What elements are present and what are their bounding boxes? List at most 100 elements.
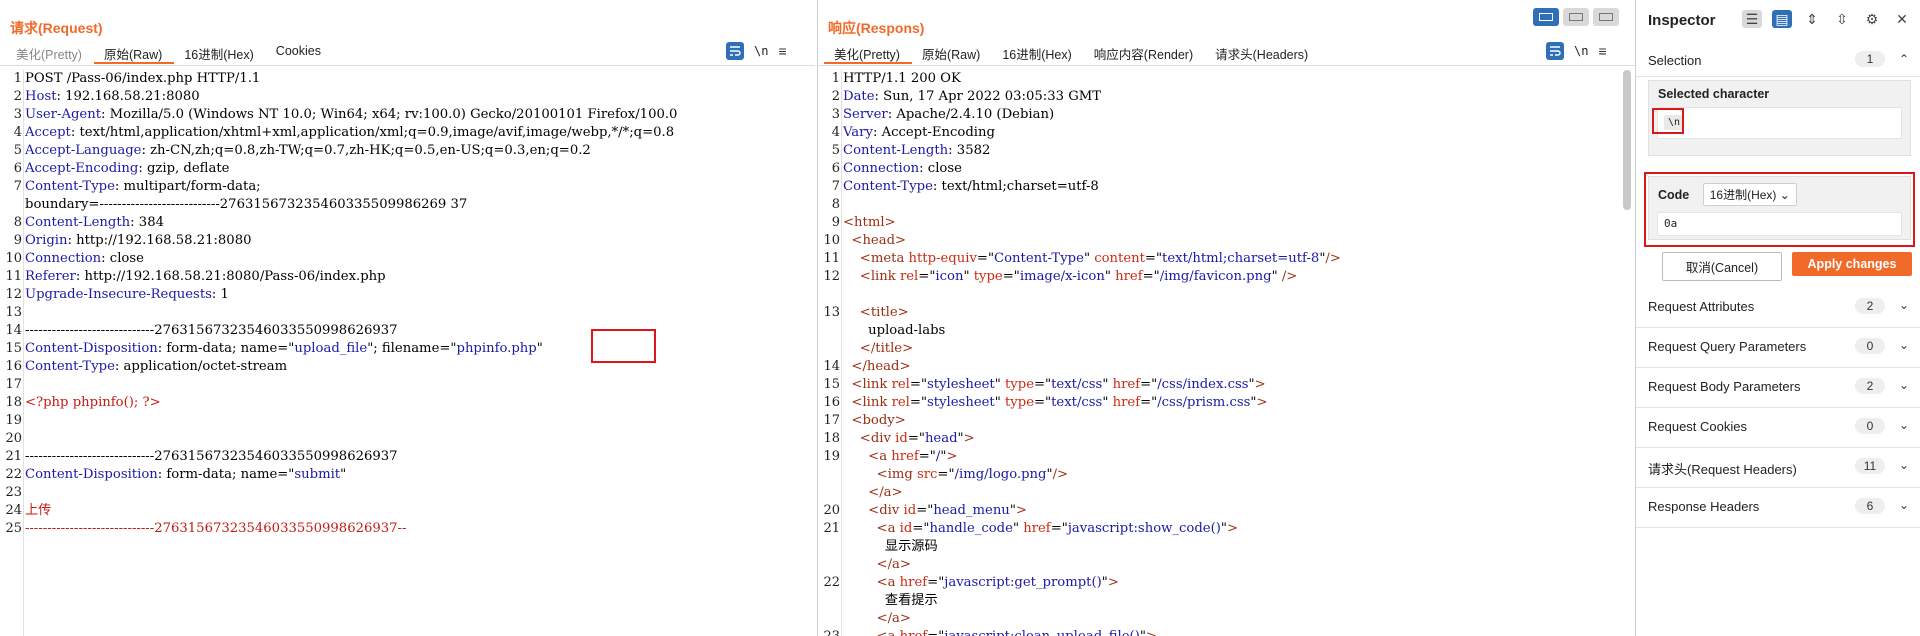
request-editor[interactable]: 1 POST /Pass-06/index.php HTTP/1.1 2 Host: … (0, 70, 815, 636)
request-tab-3[interactable]: Cookies (266, 44, 333, 64)
inspector-section-4[interactable]: 请求头(Request Headers) 11 ⌄ (1636, 447, 1920, 488)
line-number: 2 (831, 89, 840, 104)
response-code-line: <img src="/img/logo.png"/> (818, 466, 1635, 484)
line-text: Content-Type: text/html;charset=utf-8 (843, 179, 1099, 194)
response-code-line: 9 <html> (818, 214, 1635, 232)
response-code-line: 17 <body> (818, 412, 1635, 430)
wrap-lines-icon[interactable] (726, 42, 744, 60)
line-number: 15 (5, 341, 22, 356)
selected-character-field[interactable]: \n (1657, 107, 1902, 139)
response-code-line: 22 <a href="javascript:get_prompt()"> (818, 574, 1635, 592)
response-code-line: </a> (818, 556, 1635, 574)
line-number: 3 (13, 107, 22, 122)
menu-icon[interactable]: ≡ (1598, 43, 1606, 59)
line-number: 4 (13, 125, 22, 140)
line-text: Upgrade-Insecure-Requests: 1 (25, 287, 229, 302)
response-tab-1[interactable]: 原始(Raw) (912, 44, 992, 64)
line-number: 8 (13, 215, 22, 230)
line-text: boundary=---------------------------2763… (25, 197, 468, 212)
layout-side-by-side-icon[interactable] (1533, 8, 1559, 26)
response-editor[interactable]: 1 HTTP/1.1 200 OK 2 Date: Sun, 17 Apr 2022 … (818, 70, 1635, 636)
request-code-line: 13 (0, 304, 815, 322)
request-tab-0[interactable]: 美化(Pretty) (6, 44, 94, 64)
selection-section[interactable]: Selection 1 ⌃ (1636, 44, 1920, 77)
line-text: </head> (851, 359, 911, 374)
request-title: 请求(Request) (10, 20, 103, 36)
layout-toggle[interactable] (1533, 8, 1619, 26)
request-tab-1[interactable]: 原始(Raw) (93, 44, 175, 64)
response-code-line: 20 <div id="head_menu"> (818, 502, 1635, 520)
line-number: 1 (13, 71, 22, 86)
line-text: HTTP/1.1 200 OK (843, 71, 961, 86)
response-code-line: 19 <a href="/"> (818, 448, 1635, 466)
response-tab-0[interactable]: 美化(Pretty) (824, 44, 912, 64)
line-number: 5 (13, 143, 22, 158)
section-label: Request Cookies (1648, 419, 1747, 434)
response-code-line: </a> (818, 610, 1635, 628)
line-text: <a href="/"> (868, 449, 958, 464)
response-tab-2[interactable]: 16进制(Hex) (992, 44, 1083, 64)
inspector-section-0[interactable]: Request Attributes 2 ⌄ (1636, 287, 1920, 328)
show-newlines-button[interactable]: \n (1574, 44, 1588, 58)
line-text: Server: Apache/2.4.10 (Debian) (843, 107, 1055, 122)
line-number: 14 (5, 323, 22, 338)
line-number: 21 (823, 521, 840, 536)
line-number: 20 (823, 503, 840, 518)
line-number: 2 (13, 89, 22, 104)
expand-all-icon[interactable]: ⇕ (1802, 10, 1822, 28)
line-number: 17 (5, 377, 22, 392)
request-tab-2[interactable]: 16进制(Hex) (174, 44, 265, 64)
apply-changes-button[interactable]: Apply changes (1792, 252, 1912, 276)
chevron-down-icon: ⌄ (1898, 298, 1909, 312)
response-code-line: 7 Content-Type: text/html;charset=utf-8 (818, 178, 1635, 196)
line-number: 6 (13, 161, 22, 176)
request-code-line: 8 Content-Length: 384 (0, 214, 815, 232)
layout-tabs-icon[interactable] (1593, 8, 1619, 26)
response-tab-3[interactable]: 响应内容(Render) (1084, 44, 1205, 64)
line-text: Host: 192.168.58.21:8080 (25, 89, 200, 104)
list-view-icon[interactable]: ☰ (1742, 10, 1762, 28)
line-text: <img src="/img/logo.png"/> (876, 467, 1069, 482)
line-number: 15 (823, 377, 840, 392)
wrap-lines-icon[interactable] (1546, 42, 1564, 60)
section-count-badge: 2 (1855, 378, 1885, 394)
request-code-line: 7 Content-Type: multipart/form-data; (0, 178, 815, 196)
response-scrollbar[interactable] (1623, 70, 1631, 210)
line-number: 14 (823, 359, 840, 374)
response-code-line: 21 <a id="handle_code" href="javascript:… (818, 520, 1635, 538)
response-code-line: 查看提示 (818, 592, 1635, 610)
response-tab-4[interactable]: 请求头(Headers) (1205, 44, 1320, 64)
line-text: <title> (859, 305, 909, 320)
line-number: 9 (831, 215, 840, 230)
cancel-button[interactable]: 取消(Cancel) (1662, 252, 1782, 281)
line-text: <link rel="stylesheet" type="text/css" h… (851, 377, 1266, 392)
show-newlines-button[interactable]: \n (754, 44, 768, 58)
response-code-line: 18 <div id="head"> (818, 430, 1635, 448)
chevron-down-icon: ⌄ (1898, 418, 1909, 432)
line-number: 7 (13, 179, 22, 194)
response-code-line: </a> (818, 484, 1635, 502)
inspector-section-2[interactable]: Request Body Parameters 2 ⌄ (1636, 367, 1920, 408)
close-icon[interactable]: ✕ (1892, 10, 1912, 28)
collapse-all-icon[interactable]: ⇳ (1832, 10, 1852, 28)
line-number: 20 (5, 431, 22, 446)
request-code-line: 20 (0, 430, 815, 448)
inspector-title: Inspector (1648, 12, 1716, 29)
section-count-badge: 2 (1855, 298, 1885, 314)
menu-icon[interactable]: ≡ (778, 43, 786, 59)
line-text: <meta http-equiv="Content-Type" content=… (859, 251, 1341, 266)
inspector-section-5[interactable]: Response Headers 6 ⌄ (1636, 487, 1920, 528)
line-text: <div id="head"> (859, 431, 975, 446)
line-number: 1 (831, 71, 840, 86)
request-code-line: 12 Upgrade-Insecure-Requests: 1 (0, 286, 815, 304)
panel-view-icon[interactable]: ▤ (1772, 10, 1792, 28)
inspector-section-3[interactable]: Request Cookies 0 ⌄ (1636, 407, 1920, 448)
request-code-line: 19 (0, 412, 815, 430)
line-number: 16 (823, 395, 840, 410)
inspector-section-1[interactable]: Request Query Parameters 0 ⌄ (1636, 327, 1920, 368)
response-code-line: 6 Connection: close (818, 160, 1635, 178)
request-code-line: 6 Accept-Encoding: gzip, deflate (0, 160, 815, 178)
gear-icon[interactable]: ⚙ (1862, 10, 1882, 28)
layout-stacked-icon[interactable] (1563, 8, 1589, 26)
line-text: <div id="head_menu"> (868, 503, 1027, 518)
